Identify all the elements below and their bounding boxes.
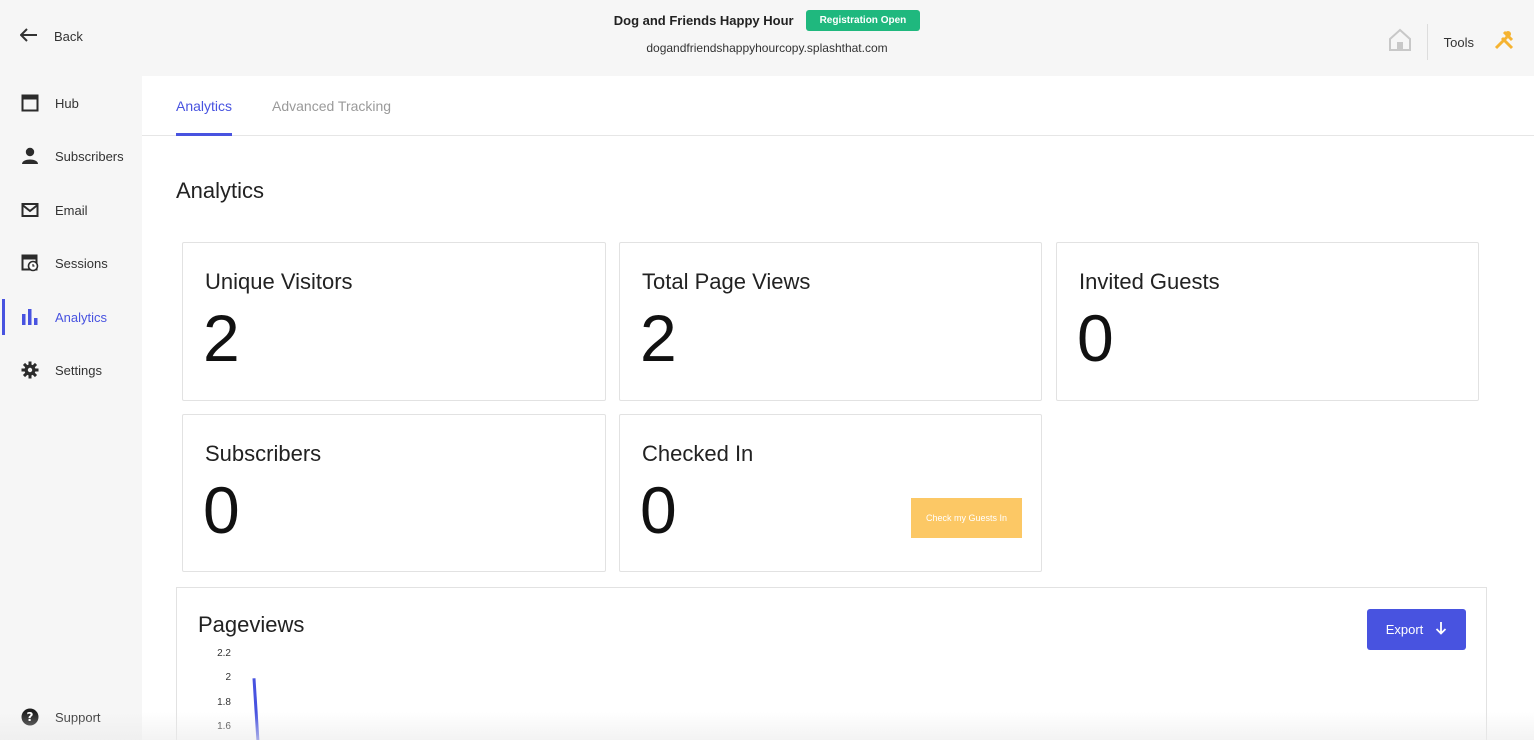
envelope-icon	[20, 200, 40, 220]
top-bar: Back Dog and Friends Happy Hour Registra…	[0, 0, 1534, 76]
stat-card-subscribers: Subscribers 0	[182, 414, 606, 572]
person-icon	[20, 146, 40, 166]
sidebar-item-label: Subscribers	[55, 148, 124, 164]
svg-text:?: ?	[27, 710, 34, 724]
divider	[1426, 24, 1428, 60]
event-url[interactable]: dogandfriendshappyhourcopy.splashthat.co…	[0, 41, 1534, 55]
sidebar-item-hub[interactable]: Hub	[0, 83, 142, 123]
stat-card-unique-visitors: Unique Visitors 2	[182, 242, 606, 401]
event-title: Dog and Friends Happy Hour	[613, 13, 794, 28]
stat-value: 0	[203, 473, 240, 547]
page-title: Analytics	[176, 178, 265, 203]
pageviews-card: Pageviews Export 2.2 2 1.8 1.6	[176, 587, 1487, 740]
stat-value: 2	[203, 301, 240, 375]
sidebar-item-subscribers[interactable]: Subscribers	[0, 136, 142, 176]
export-button[interactable]: Export	[1367, 609, 1466, 650]
sidebar-item-analytics[interactable]: Analytics	[0, 297, 142, 337]
calendar-clock-icon	[20, 253, 40, 273]
tab-analytics[interactable]: Analytics	[176, 98, 233, 136]
sidebar-item-label: Settings	[55, 362, 102, 378]
export-label: Export	[1385, 622, 1424, 637]
stat-card-total-page-views: Total Page Views 2	[619, 242, 1042, 401]
tab-bar: Analytics Advanced Tracking	[142, 76, 1534, 136]
sidebar: Hub Subscribers Email Sessions Analytics…	[0, 76, 142, 740]
check-guests-in-button[interactable]: Check my Guests In	[911, 498, 1022, 538]
stat-label: Invited Guests	[1079, 269, 1220, 294]
arrow-down-icon	[1435, 621, 1447, 638]
tools-icon[interactable]	[1492, 28, 1516, 57]
tools-label[interactable]: Tools	[1444, 35, 1474, 50]
sidebar-item-settings[interactable]: Settings	[0, 350, 142, 390]
stat-card-checked-in: Checked In 0 Check my Guests In	[619, 414, 1042, 572]
support-link[interactable]: ? Support	[0, 697, 142, 737]
sidebar-item-sessions[interactable]: Sessions	[0, 243, 142, 283]
event-header: Dog and Friends Happy Hour Registration …	[0, 10, 1534, 55]
stat-value: 0	[640, 473, 677, 547]
status-badge[interactable]: Registration Open	[805, 10, 921, 31]
tab-advanced-tracking[interactable]: Advanced Tracking	[272, 98, 391, 133]
stat-value: 2	[640, 301, 677, 375]
stat-label: Checked In	[642, 441, 754, 466]
stat-value: 0	[1077, 301, 1114, 375]
stat-label: Unique Visitors	[205, 269, 353, 294]
hub-icon	[20, 93, 40, 113]
sidebar-item-label: Analytics	[55, 309, 108, 325]
pageviews-line-svg	[252, 678, 260, 740]
sidebar-item-email[interactable]: Email	[0, 190, 142, 230]
sidebar-item-label: Sessions	[55, 255, 108, 271]
gear-icon	[20, 360, 40, 380]
stat-label: Subscribers	[205, 441, 322, 466]
help-circle-icon: ?	[20, 707, 40, 727]
main-panel: Analytics Advanced Tracking Analytics Un…	[142, 76, 1534, 740]
series-line	[252, 678, 260, 740]
stat-label: Total Page Views	[642, 269, 811, 294]
bar-chart-icon	[20, 307, 40, 327]
stat-card-invited-guests: Invited Guests 0	[1056, 242, 1479, 401]
home-icon[interactable]	[1387, 27, 1413, 58]
sidebar-item-label: Email	[55, 202, 88, 218]
sidebar-item-label: Hub	[55, 95, 79, 111]
support-label: Support	[55, 709, 101, 725]
